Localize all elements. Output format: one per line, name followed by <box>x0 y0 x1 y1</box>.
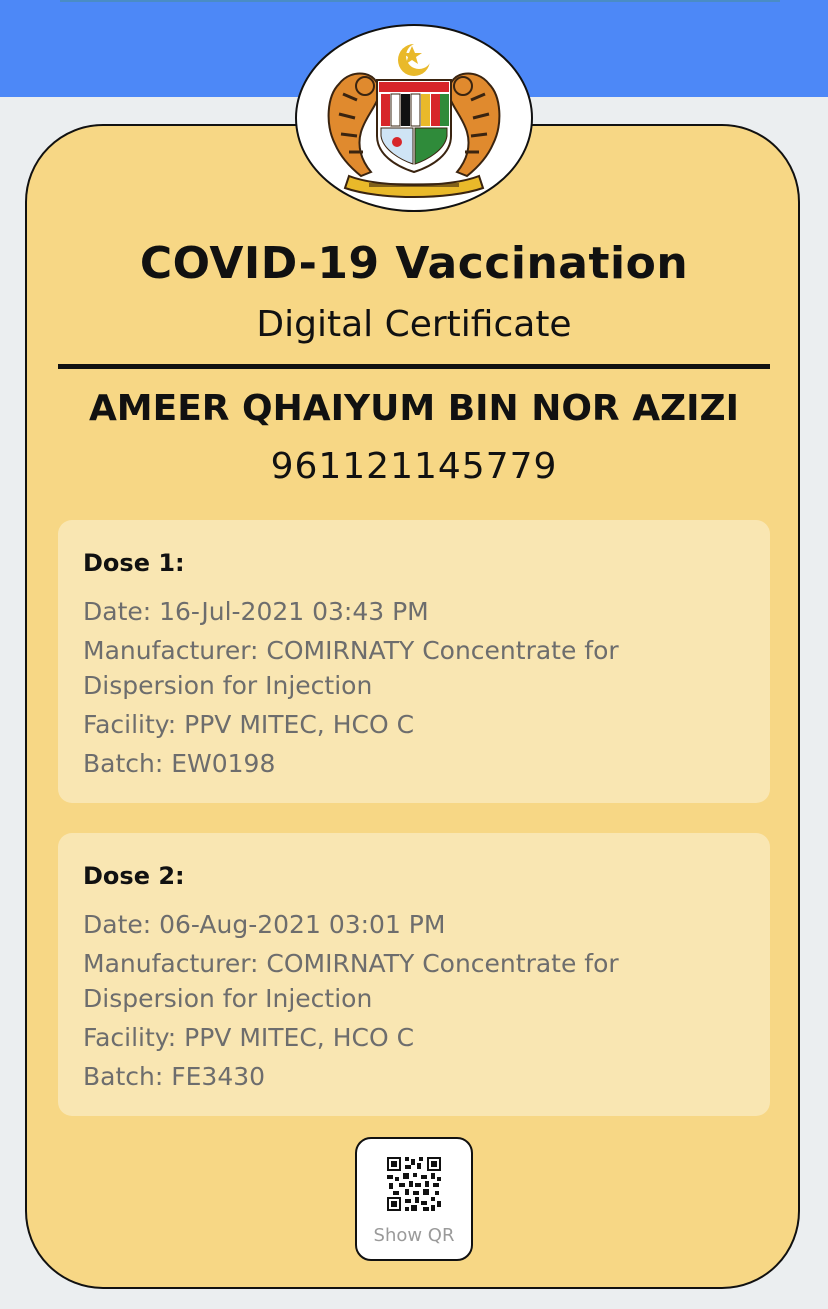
coat-of-arms-emblem <box>295 24 533 212</box>
title-divider <box>58 364 770 369</box>
dose-2-card: Dose 2: Date: 06-Aug-2021 03:01 PM Manuf… <box>58 833 770 1116</box>
dose-manufacturer-line2: Dispersion for Injection <box>83 984 373 1013</box>
show-qr-label: Show QR <box>373 1225 455 1246</box>
dose-batch: Batch: EW0198 <box>83 749 276 778</box>
qr-code-icon <box>387 1157 441 1211</box>
dose-manufacturer-line1: Manufacturer: COMIRNATY Concentrate for <box>83 636 619 665</box>
holder-id-number: 961121145779 <box>270 446 558 487</box>
holder-name: AMEER QHAIYUM BIN NOR AZIZI <box>88 388 740 429</box>
dose-batch: Batch: FE3430 <box>83 1062 266 1091</box>
certificate-subtitle: Digital Certificate <box>256 304 572 345</box>
dose-facility: Facility: PPV MITEC, HCO C <box>83 1023 415 1052</box>
dose-facility: Facility: PPV MITEC, HCO C <box>83 710 415 739</box>
certificate-title: COVID-19 Vaccination <box>139 238 689 289</box>
dose-date: Date: 16-Jul-2021 03:43 PM <box>83 597 429 626</box>
dose-date: Date: 06-Aug-2021 03:01 PM <box>83 910 446 939</box>
dose-manufacturer-line2: Dispersion for Injection <box>83 671 373 700</box>
header-hairline <box>60 0 780 2</box>
dose-title: Dose 2: <box>83 862 185 890</box>
show-qr-button[interactable]: Show QR <box>355 1137 473 1261</box>
dose-manufacturer-line1: Manufacturer: COMIRNATY Concentrate for <box>83 949 619 978</box>
dose-1-card: Dose 1: Date: 16-Jul-2021 03:43 PM Manuf… <box>58 520 770 803</box>
dose-title: Dose 1: <box>83 549 185 577</box>
coat-of-arms-icon <box>327 42 501 198</box>
